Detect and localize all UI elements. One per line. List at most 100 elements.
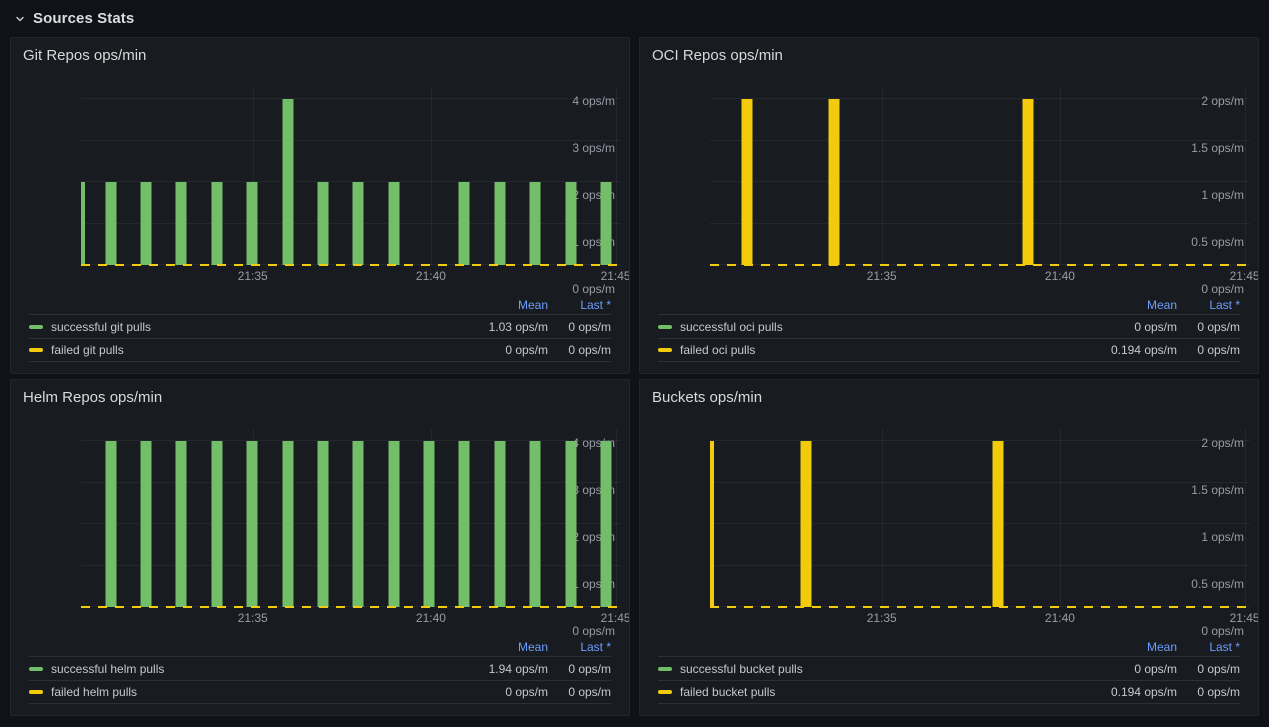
bar-failed-oci-pulls[interactable] xyxy=(1022,99,1033,265)
bar-successful-git-pulls[interactable] xyxy=(105,182,116,265)
x-axis-tick-label: 21:35 xyxy=(238,611,268,625)
bar-failed-oci-pulls[interactable] xyxy=(829,99,840,265)
legend-last-value: 0 ops/m xyxy=(1177,320,1240,334)
row-header-sources-stats[interactable]: Sources Stats xyxy=(0,0,1269,37)
legend-series-toggle[interactable]: failed helm pulls xyxy=(29,685,458,699)
legend-row: failed git pulls0 ops/m0 ops/m xyxy=(29,338,611,362)
zero-value-dashed-line xyxy=(81,264,621,266)
bar-failed-bucket-pulls[interactable] xyxy=(800,441,811,607)
gridline-vertical xyxy=(431,87,432,265)
legend-last-value: 0 ops/m xyxy=(548,685,611,699)
bar-successful-helm-pulls[interactable] xyxy=(211,441,222,607)
bar-successful-git-pulls[interactable] xyxy=(247,182,258,265)
bar-successful-helm-pulls[interactable] xyxy=(459,441,470,607)
legend-series-label: failed git pulls xyxy=(51,343,124,357)
legend-series-toggle[interactable]: successful bucket pulls xyxy=(658,662,1087,676)
panel-helm-repos: Helm Repos ops/min 0 ops/m1 ops/m2 ops/m… xyxy=(10,379,630,716)
panel-title[interactable]: Helm Repos ops/min xyxy=(23,389,162,406)
legend-sort-mean[interactable]: Mean xyxy=(458,298,548,312)
bar-successful-helm-pulls[interactable] xyxy=(317,441,328,607)
bar-successful-helm-pulls[interactable] xyxy=(494,441,505,607)
panel-title[interactable]: Git Repos ops/min xyxy=(23,47,146,64)
bar-failed-bucket-pulls[interactable] xyxy=(710,441,714,607)
panel-title[interactable]: OCI Repos ops/min xyxy=(652,47,783,64)
panel-header: Helm Repos ops/min xyxy=(11,380,629,407)
bar-successful-helm-pulls[interactable] xyxy=(565,441,576,607)
bar-successful-git-pulls[interactable] xyxy=(353,182,364,265)
bar-failed-oci-pulls[interactable] xyxy=(741,99,752,265)
gridline-horizontal xyxy=(710,440,1250,441)
bar-successful-helm-pulls[interactable] xyxy=(141,441,152,607)
x-axis-tick-label: 21:45 xyxy=(1230,611,1259,625)
bar-successful-git-pulls[interactable] xyxy=(81,182,85,265)
bar-successful-helm-pulls[interactable] xyxy=(530,441,541,607)
panel-header: Buckets ops/min xyxy=(640,380,1258,407)
legend-series-toggle[interactable]: successful oci pulls xyxy=(658,320,1087,334)
chart-oci-repos[interactable]: 0 ops/m0.5 ops/m1 ops/m1.5 ops/m2 ops/m2… xyxy=(648,87,1252,289)
plot-area xyxy=(81,429,621,607)
x-axis-tick-label: 21:40 xyxy=(416,269,446,283)
panel-grid: Git Repos ops/min 0 ops/m1 ops/m2 ops/m3… xyxy=(0,37,1269,716)
legend-header: MeanLast * xyxy=(658,295,1240,314)
plot-area xyxy=(710,429,1250,607)
x-axis: 21:3521:4021:45 xyxy=(81,269,621,287)
bar-failed-bucket-pulls[interactable] xyxy=(992,441,1003,607)
bar-successful-helm-pulls[interactable] xyxy=(424,441,435,607)
legend-sort-last[interactable]: Last * xyxy=(1177,640,1240,654)
legend-series-toggle[interactable]: failed oci pulls xyxy=(658,343,1087,357)
x-axis-tick-label: 21:45 xyxy=(601,611,630,625)
legend-series-toggle[interactable]: failed bucket pulls xyxy=(658,685,1087,699)
legend-series-toggle[interactable]: failed git pulls xyxy=(29,343,458,357)
bar-successful-helm-pulls[interactable] xyxy=(388,441,399,607)
bar-successful-helm-pulls[interactable] xyxy=(105,441,116,607)
panel-title[interactable]: Buckets ops/min xyxy=(652,389,762,406)
panel-header: Git Repos ops/min xyxy=(11,38,629,65)
bar-successful-helm-pulls[interactable] xyxy=(247,441,258,607)
bar-successful-git-pulls[interactable] xyxy=(459,182,470,265)
gridline-horizontal xyxy=(710,98,1250,99)
legend-sort-last[interactable]: Last * xyxy=(548,298,611,312)
bar-successful-git-pulls[interactable] xyxy=(600,182,611,265)
chevron-down-icon xyxy=(14,13,26,25)
gridline-vertical xyxy=(1245,429,1246,607)
legend-sort-last[interactable]: Last * xyxy=(1177,298,1240,312)
x-axis-tick-label: 21:40 xyxy=(1045,611,1075,625)
x-axis-tick-label: 21:40 xyxy=(1045,269,1075,283)
bar-successful-git-pulls[interactable] xyxy=(530,182,541,265)
legend-series-label: failed bucket pulls xyxy=(680,685,775,699)
chart-helm-repos[interactable]: 0 ops/m1 ops/m2 ops/m3 ops/m4 ops/m21:35… xyxy=(19,429,623,631)
legend-series-toggle[interactable]: successful git pulls xyxy=(29,320,458,334)
legend-row: successful git pulls1.03 ops/m0 ops/m xyxy=(29,314,611,338)
legend-sort-mean[interactable]: Mean xyxy=(1087,640,1177,654)
bar-successful-git-pulls[interactable] xyxy=(141,182,152,265)
bar-successful-git-pulls[interactable] xyxy=(317,182,328,265)
legend-series-label: successful oci pulls xyxy=(680,320,783,334)
bar-successful-git-pulls[interactable] xyxy=(388,182,399,265)
legend-series-toggle[interactable]: successful helm pulls xyxy=(29,662,458,676)
bar-successful-git-pulls[interactable] xyxy=(282,99,293,265)
legend-last-value: 0 ops/m xyxy=(548,320,611,334)
gridline-vertical xyxy=(882,429,883,607)
x-axis-tick-label: 21:35 xyxy=(867,611,897,625)
x-axis: 21:3521:4021:45 xyxy=(710,611,1250,629)
legend-mean-value: 1.94 ops/m xyxy=(458,662,548,676)
bar-successful-helm-pulls[interactable] xyxy=(353,441,364,607)
row-title: Sources Stats xyxy=(33,10,134,27)
series-color-swatch-icon xyxy=(658,325,672,329)
x-axis: 21:3521:4021:45 xyxy=(710,269,1250,287)
chart-buckets[interactable]: 0 ops/m0.5 ops/m1 ops/m1.5 ops/m2 ops/m2… xyxy=(648,429,1252,631)
bar-successful-git-pulls[interactable] xyxy=(494,182,505,265)
series-color-swatch-icon xyxy=(29,667,43,671)
legend-sort-mean[interactable]: Mean xyxy=(458,640,548,654)
legend-sort-mean[interactable]: Mean xyxy=(1087,298,1177,312)
bar-successful-helm-pulls[interactable] xyxy=(282,441,293,607)
legend-sort-last[interactable]: Last * xyxy=(548,640,611,654)
bar-successful-git-pulls[interactable] xyxy=(565,182,576,265)
bar-successful-helm-pulls[interactable] xyxy=(600,441,611,607)
bar-successful-git-pulls[interactable] xyxy=(211,182,222,265)
zero-value-dashed-line xyxy=(81,606,621,608)
gridline-horizontal xyxy=(710,565,1250,566)
bar-successful-helm-pulls[interactable] xyxy=(176,441,187,607)
chart-git-repos[interactable]: 0 ops/m1 ops/m2 ops/m3 ops/m4 ops/m21:35… xyxy=(19,87,623,289)
bar-successful-git-pulls[interactable] xyxy=(176,182,187,265)
